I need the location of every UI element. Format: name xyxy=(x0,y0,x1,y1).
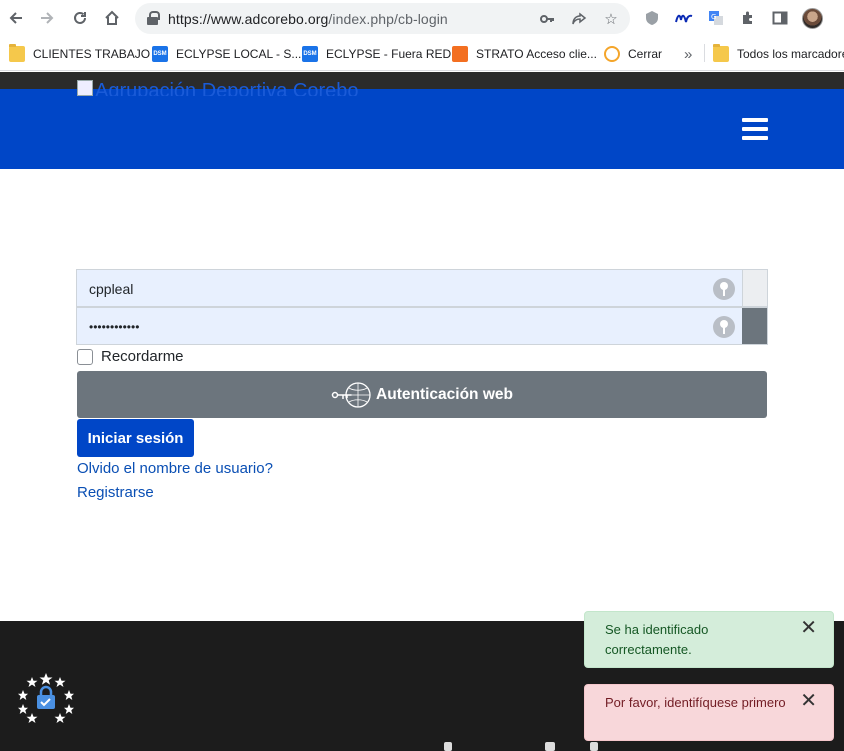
login-button[interactable]: Iniciar sesión xyxy=(77,419,194,457)
bookmark-label: ECLYPSE - Fuera RED xyxy=(326,47,452,61)
profile-avatar[interactable] xyxy=(802,8,823,29)
url-path: /index.php/cb-login xyxy=(328,11,448,27)
bookmark-label: Todos los marcadores xyxy=(737,47,844,61)
error-toast: Por favor, identifíquese primero ✕ xyxy=(584,684,834,741)
webauthn-label: Autenticación web xyxy=(376,385,513,403)
password-key-icon[interactable] xyxy=(537,9,557,29)
back-icon[interactable] xyxy=(6,8,26,28)
broken-image-icon xyxy=(77,80,93,96)
browser-toolbar: https://www.adcorebo.org/index.php/cb-lo… xyxy=(0,0,844,37)
eu-security-badge-icon xyxy=(18,673,74,723)
forgot-username-link[interactable]: Olvido el nombre de usuario? xyxy=(77,460,273,477)
bookmark-label: CLIENTES TRABAJO xyxy=(33,47,151,61)
home-icon[interactable] xyxy=(102,8,122,28)
footer-fragment xyxy=(444,742,452,751)
svg-text:G: G xyxy=(711,13,716,21)
bookmark-all-bookmarks[interactable]: Todos los marcadores xyxy=(713,44,844,63)
folder-icon xyxy=(9,44,25,62)
username-field[interactable]: cppleal xyxy=(76,269,768,307)
bookmark-label: ECLYPSE LOCAL - S... xyxy=(176,47,302,61)
bookmark-cerrar[interactable]: Cerrar xyxy=(604,45,662,63)
remember-me[interactable]: Recordarme xyxy=(77,348,184,365)
remember-checkbox[interactable] xyxy=(77,348,93,365)
bookmark-eclypse-local[interactable]: DSM ECLYPSE LOCAL - S... xyxy=(152,45,301,63)
password-manager-key-icon[interactable] xyxy=(713,316,735,338)
dsm-icon: DSM xyxy=(152,46,168,62)
url-host: https://www.adcorebo.org xyxy=(168,11,329,27)
bookmark-label: Cerrar xyxy=(628,47,663,61)
address-bar[interactable]: https://www.adcorebo.org/index.php/cb-lo… xyxy=(135,3,630,34)
bookmark-label: STRATO Acceso clie... xyxy=(476,47,597,61)
password-manager-key-icon[interactable] xyxy=(713,278,735,300)
folder-icon xyxy=(713,44,729,62)
bookmarks-separator xyxy=(704,44,705,62)
bookmark-eclypse-fuera-red[interactable]: DSM ECLYPSE - Fuera RED xyxy=(302,45,451,63)
bookmark-strato[interactable]: STRATO Acceso clie... xyxy=(452,45,597,63)
star-icon[interactable]: ☆ xyxy=(601,9,621,29)
translate-extension-icon[interactable]: G xyxy=(706,8,726,28)
bookmarks-bar: CLIENTES TRABAJO DSM ECLYPSE LOCAL - S..… xyxy=(0,37,844,71)
cerrar-icon xyxy=(604,46,620,62)
show-password-toggle[interactable] xyxy=(742,308,767,344)
webauthn-key-icon xyxy=(331,381,371,408)
remember-label: Recordarme xyxy=(101,348,184,365)
url-text: https://www.adcorebo.org/index.php/cb-lo… xyxy=(168,11,448,27)
bookmark-clientes-trabajo[interactable]: CLIENTES TRABAJO xyxy=(9,44,151,63)
footer-fragment xyxy=(545,742,555,751)
shield-extension-icon[interactable] xyxy=(642,8,662,28)
success-toast-text: Se ha identificado correctamente. xyxy=(605,622,709,657)
username-value: cppleal xyxy=(89,281,134,297)
forward-icon[interactable] xyxy=(37,8,57,28)
password-value: •••••••••••• xyxy=(89,320,140,334)
success-toast: Se ha identificado correctamente. ✕ xyxy=(584,611,834,668)
reload-icon[interactable] xyxy=(70,8,90,28)
logo-alt-text: Agrupación Deportiva Corebo xyxy=(95,80,359,96)
username-addon xyxy=(742,270,767,306)
side-panel-icon[interactable] xyxy=(770,8,790,28)
lock-icon xyxy=(147,11,160,25)
error-toast-text: Por favor, identifíquese primero xyxy=(605,695,786,710)
webauthn-button[interactable]: Autenticación web xyxy=(77,371,767,418)
register-link[interactable]: Registrarse xyxy=(77,484,154,501)
site-header xyxy=(0,89,844,169)
dsm-icon: DSM xyxy=(302,46,318,62)
close-icon[interactable]: ✕ xyxy=(800,618,817,638)
bookmarks-overflow-chevron[interactable]: » xyxy=(684,45,692,63)
hamburger-menu-icon[interactable] xyxy=(742,118,768,140)
site-logo[interactable]: Agrupación Deportiva Corebo xyxy=(77,80,359,96)
share-icon[interactable] xyxy=(569,9,589,29)
strato-icon xyxy=(452,46,468,62)
close-icon[interactable]: ✕ xyxy=(800,691,817,711)
movistar-extension-icon[interactable] xyxy=(674,8,694,28)
extensions-puzzle-icon[interactable] xyxy=(738,8,758,28)
password-field[interactable]: •••••••••••• xyxy=(76,307,768,345)
footer-fragment xyxy=(590,742,598,751)
